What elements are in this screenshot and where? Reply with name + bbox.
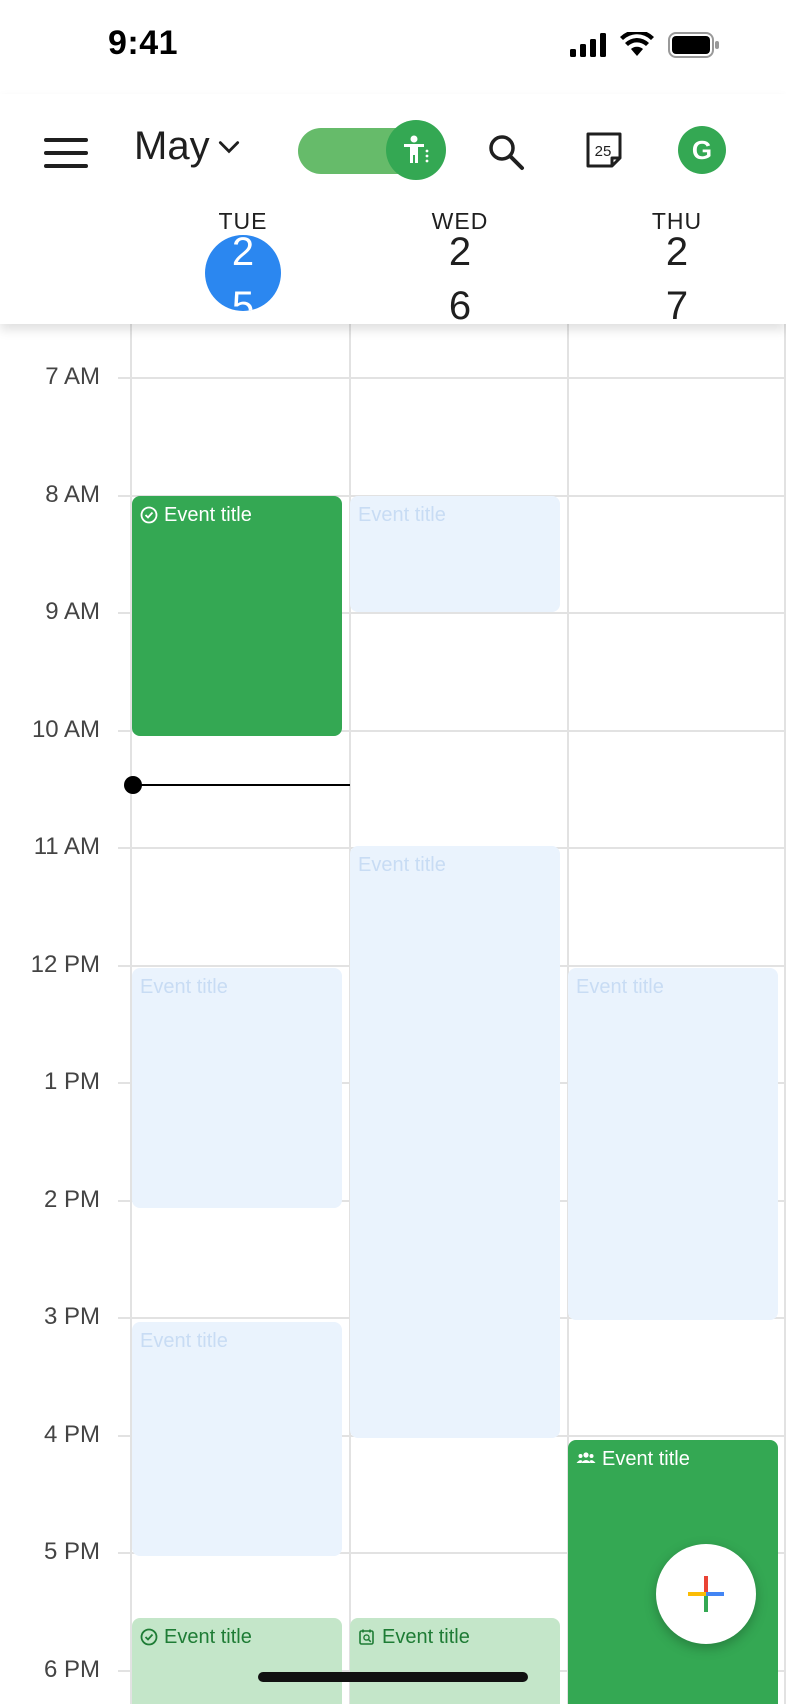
accessibility-toggle[interactable] xyxy=(298,120,446,180)
event-title: Event title xyxy=(140,976,228,998)
event-title: Event title xyxy=(140,1330,228,1352)
hour-label: 10 AM xyxy=(31,716,100,743)
status-bar: 9:41 xyxy=(0,0,786,94)
event-card[interactable]: Event title xyxy=(132,1322,342,1556)
day-header-thu[interactable]: THU 2 7 xyxy=(572,208,782,328)
group-icon xyxy=(576,1452,596,1463)
event-card[interactable]: Event title xyxy=(132,1618,342,1704)
day-number: 2 6 xyxy=(448,230,472,328)
event-card[interactable]: Event title xyxy=(568,968,778,1320)
battery-icon xyxy=(668,32,719,58)
chevron-down-icon xyxy=(218,140,239,153)
search-icon[interactable] xyxy=(484,130,528,174)
month-label: May xyxy=(134,124,210,168)
status-time: 9:41 xyxy=(108,24,179,62)
day-name: TUE xyxy=(218,208,268,234)
day-header-wed[interactable]: WED 2 6 xyxy=(355,208,565,328)
day-number: 2 7 xyxy=(665,230,689,328)
task-check-icon xyxy=(140,506,158,524)
month-selector[interactable]: May xyxy=(134,124,242,169)
create-event-button[interactable] xyxy=(656,1544,756,1644)
avatar[interactable]: G xyxy=(678,126,726,174)
day-header-tue[interactable]: TUE 2 5 xyxy=(138,208,348,311)
day-number-today: 2 5 xyxy=(205,235,281,311)
event-card[interactable]: Event title xyxy=(350,846,560,1438)
hour-label: 12 PM xyxy=(30,951,100,978)
hour-label: 6 PM xyxy=(43,1656,100,1683)
hour-label: 5 PM xyxy=(43,1538,100,1565)
hour-label: 9 AM xyxy=(45,598,100,625)
event-title: Event title xyxy=(358,504,446,526)
toggle-knob xyxy=(386,120,446,180)
menu-icon[interactable] xyxy=(44,138,88,172)
event-title: Event title xyxy=(576,976,664,998)
hour-label: 7 AM xyxy=(45,363,100,390)
hour-label: 2 PM xyxy=(43,1186,100,1213)
today-icon[interactable]: 25 xyxy=(584,130,624,170)
home-indicator xyxy=(258,1672,528,1682)
wifi-icon xyxy=(620,32,654,56)
event-card[interactable]: Event title xyxy=(132,968,342,1208)
current-time-line xyxy=(132,784,350,786)
status-icons xyxy=(570,32,720,58)
accessibility-icon xyxy=(404,135,429,163)
hour-label: 11 AM xyxy=(33,833,100,860)
event-card[interactable]: Event title xyxy=(350,496,560,612)
event-title: Event title xyxy=(164,504,252,526)
event-title: Event title xyxy=(602,1448,690,1470)
hour-label: 8 AM xyxy=(45,481,100,508)
event-title: Event title xyxy=(382,1626,470,1648)
event-title: Event title xyxy=(358,854,446,876)
cellular-signal-icon xyxy=(570,33,606,57)
time-grid[interactable]: 7 AM 8 AM 9 AM 10 AM 11 AM 12 PM 1 PM 2 … xyxy=(0,324,786,1704)
plus-icon xyxy=(688,1576,724,1612)
hour-line xyxy=(118,377,786,379)
hour-label: 1 PM xyxy=(43,1068,100,1095)
today-icon-number: 25 xyxy=(595,143,612,160)
event-title: Event title xyxy=(164,1626,252,1648)
appointment-search-icon xyxy=(359,1629,374,1645)
calendar-header: May 25 G TUE 2 5 WED 2 6 THU 2 7 xyxy=(0,94,786,328)
event-card[interactable]: Event title xyxy=(350,1618,560,1704)
hour-label: 3 PM xyxy=(43,1303,100,1330)
task-check-icon xyxy=(140,1628,158,1646)
hour-label: 4 PM xyxy=(43,1421,100,1448)
event-card[interactable]: Event title xyxy=(132,496,342,736)
